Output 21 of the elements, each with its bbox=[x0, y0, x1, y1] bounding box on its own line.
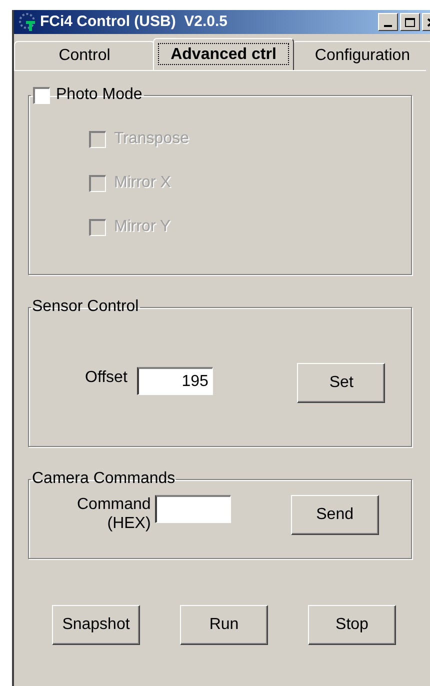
push-button[interactable]: Run bbox=[180, 605, 268, 645]
group-title: Sensor Control bbox=[31, 297, 140, 317]
field-label: Command (HEX) bbox=[77, 495, 151, 533]
tab[interactable]: Control bbox=[14, 41, 155, 70]
field-label: Offset bbox=[85, 368, 128, 388]
group-title: Camera Commands bbox=[31, 469, 176, 489]
offset-field[interactable]: 195 bbox=[137, 367, 214, 395]
tab[interactable]: Advanced ctrl bbox=[153, 38, 294, 70]
command-field[interactable] bbox=[154, 495, 231, 523]
window-title: FCi4 Control (USB) V2.0.5 bbox=[40, 12, 228, 32]
push-button[interactable]: Stop bbox=[308, 605, 396, 645]
push-button[interactable]: Snapshot bbox=[52, 605, 140, 645]
checkbox[interactable] bbox=[33, 86, 50, 104]
minimize-icon bbox=[384, 25, 392, 27]
minimize-button[interactable] bbox=[378, 13, 398, 31]
push-button[interactable]: Send bbox=[290, 495, 379, 535]
maximize-button[interactable] bbox=[400, 13, 420, 31]
app-icon bbox=[18, 12, 38, 32]
checkbox-label: Photo Mode bbox=[56, 85, 142, 105]
maximize-icon bbox=[405, 18, 415, 26]
push-button[interactable]: Set bbox=[297, 363, 386, 403]
